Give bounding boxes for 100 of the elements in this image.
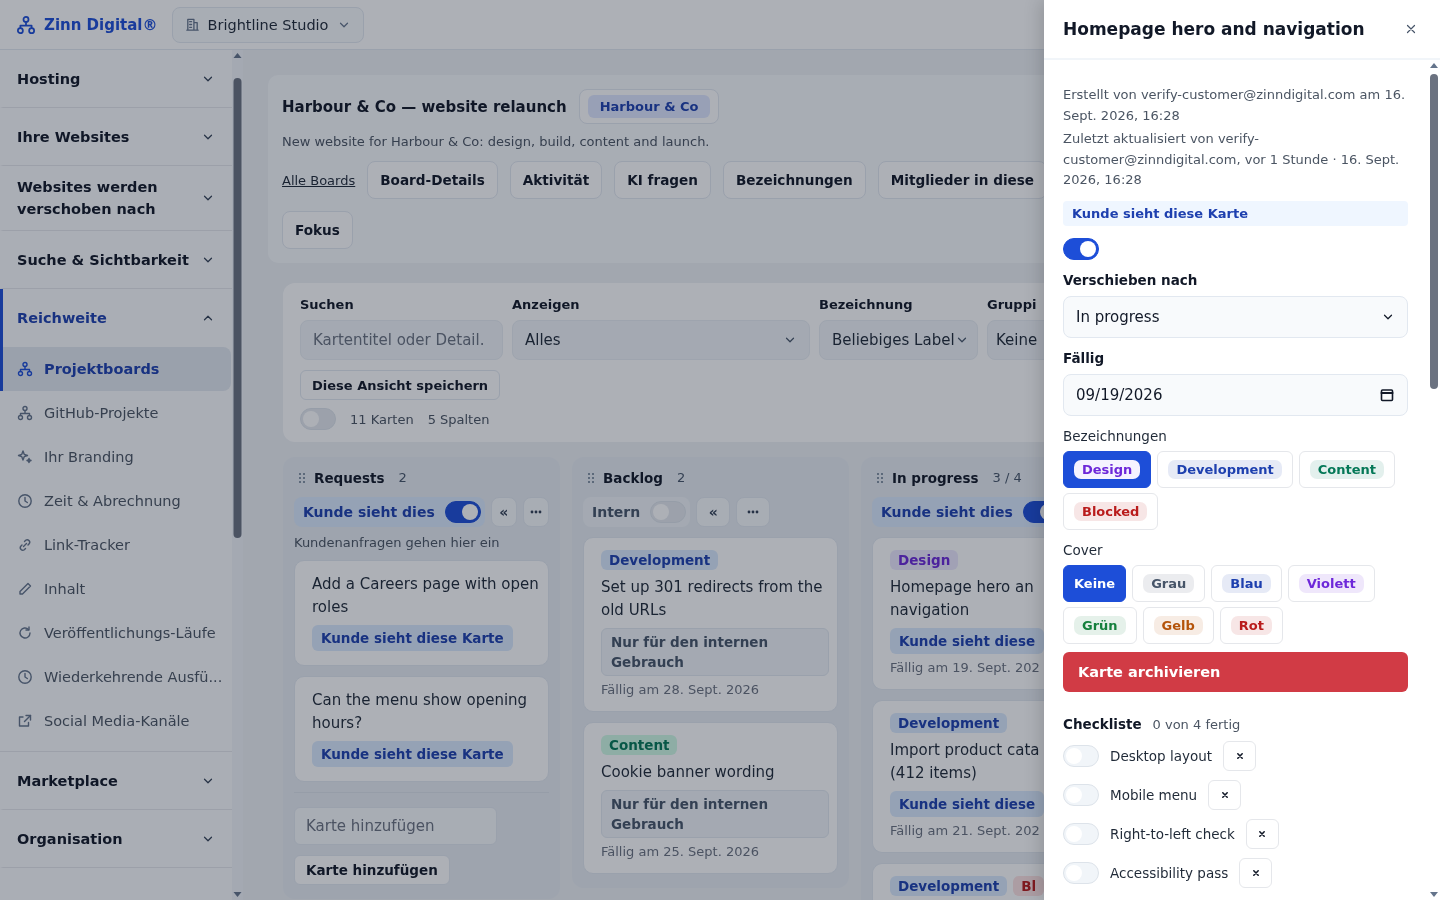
clock-icon	[17, 493, 33, 509]
brand-name[interactable]: Zinn Digital®	[44, 15, 158, 34]
add-card-field[interactable]: Karte hinzufügen	[294, 807, 497, 845]
sidebar-item[interactable]: Inhalt	[0, 567, 231, 611]
checklist-item: Mobile menu	[1110, 786, 1198, 803]
move-select[interactable]: In progress	[1063, 295, 1408, 338]
field-label: Bezeichnungen	[1063, 427, 1167, 444]
board-title: Harbour & Co — website relaunch	[282, 97, 567, 116]
clock-icon	[17, 669, 33, 685]
option-chip[interactable]: Blocked	[1063, 492, 1159, 530]
filter-label: Suchen	[300, 297, 355, 312]
scrollbar[interactable]	[232, 50, 243, 900]
due-date: Fällig am 28. Sept. 2026	[601, 682, 759, 697]
column-count: 2	[397, 469, 408, 487]
pencil-icon	[17, 581, 33, 597]
visibility-control[interactable]: Intern	[583, 497, 691, 527]
add-card-button[interactable]: Karte hinzufügen	[294, 855, 450, 885]
collapse-button[interactable]: «	[696, 497, 731, 527]
filter-select[interactable]: Beliebiges Label	[819, 320, 978, 360]
option-chip[interactable]: Gelb	[1142, 606, 1214, 644]
sidebar-item-label: Projektboards	[44, 361, 160, 377]
card-label: Design	[890, 550, 959, 570]
card-title: Set up 301 redirects from the old URLs	[601, 577, 824, 621]
sidebar-item[interactable]: Social Media-Kanäle	[0, 699, 231, 743]
more-icon	[529, 510, 542, 514]
filter-select[interactable]: Alles	[512, 320, 810, 360]
board-card[interactable]: Add a Careers page with open roles Kunde sieht diese Karte	[294, 560, 549, 666]
remove-button[interactable]	[1245, 818, 1279, 849]
workspace-switcher[interactable]: Brightline Studio	[171, 6, 364, 43]
filter-label: Bezeichnung	[819, 297, 914, 312]
checklist-title: Checkliste	[1063, 715, 1142, 732]
visibility-control[interactable]: Kunde sieht dies	[294, 497, 485, 527]
board-nav-button[interactable]: Aktivität	[509, 161, 603, 199]
link-icon	[17, 537, 33, 553]
sidebar-item[interactable]: Projektboards	[0, 347, 231, 391]
drag-handle-icon	[587, 471, 595, 484]
building-icon	[184, 17, 200, 32]
board-nav-button[interactable]: Bezeichnungen	[722, 161, 866, 199]
board-card[interactable]: Development Import product cata (412 items) Kunde sieht diese Fällig am 21. Sept. 202	[872, 700, 1044, 853]
option-chip[interactable]: Blau	[1211, 564, 1282, 602]
sidebar-item[interactable]: GitHub-Projekte	[0, 391, 231, 435]
option-chip[interactable]: Grün	[1063, 606, 1137, 644]
filter-label: Anzeigen	[512, 297, 581, 312]
sidebar-item-label: GitHub-Projekte	[44, 405, 159, 421]
column-title: Requests	[314, 469, 385, 486]
remove-button[interactable]	[1223, 740, 1257, 771]
board-nav-button[interactable]: Mitglieder in diese	[877, 161, 1044, 199]
due-date: Fällig am 21. Sept. 202	[890, 823, 1040, 838]
hierarchy-icon	[17, 361, 33, 377]
board-description: New website for Harbour & Co: design, build, content and launch.	[282, 134, 711, 149]
board-nav-button[interactable]: Board-Details	[367, 161, 498, 199]
sidebar-item-label: Link-Tracker	[44, 537, 130, 553]
board-nav-button[interactable]: KI fragen	[614, 161, 711, 199]
card-title: Add a Careers page with open roles	[312, 574, 540, 618]
option-chip[interactable]: Rot	[1219, 606, 1283, 644]
sidebar-item-label: Wiederkehrende Ausfü...	[44, 669, 223, 685]
board-card[interactable]: Can the menu show opening hours? Kunde sieht diese Karte	[294, 676, 549, 782]
field-label: Cover	[1063, 541, 1103, 558]
sidebar-item[interactable]: Link-Tracker	[0, 523, 231, 567]
drawer-title: Homepage hero and navigation	[1063, 19, 1365, 39]
created-info: Erstellt von verify-customer@zinndigital.com am 16. Sept. 2026, 16:28	[1063, 86, 1407, 125]
sidebar-item[interactable]: Wiederkehrende Ausfü...	[0, 655, 231, 699]
board-nav-button[interactable]: Fokus	[282, 211, 353, 249]
option-chip[interactable]: Keine	[1063, 564, 1127, 602]
sidebar-item-label: Zeit & Abrechnung	[44, 493, 181, 509]
remove-button[interactable]	[1239, 857, 1273, 888]
option-chip[interactable]: Content	[1298, 450, 1396, 488]
sidebar-item[interactable]: Veröffentlichungs-Läufe	[0, 611, 231, 655]
column-count: 3 / 4	[991, 469, 1023, 487]
board-card[interactable]: Content Cookie banner wording Nur für den internen Gebrauch Fällig am 25. Sept. 2026	[583, 722, 838, 874]
collapse-button[interactable]: «	[490, 497, 517, 527]
client-visible-tag: Kunde sieht diese Karte	[312, 741, 513, 767]
all-boards-link[interactable]: Alle Boards	[282, 172, 356, 188]
sidebar-item[interactable]: Ihr Branding	[0, 435, 231, 479]
card-label: Content	[601, 735, 678, 755]
card-title: Cookie banner wording	[601, 762, 775, 783]
save-view-button[interactable]: Diese Ansicht speichern	[300, 370, 501, 400]
calendar-icon	[1379, 386, 1395, 403]
option-chip[interactable]: Design	[1063, 450, 1152, 488]
due-date-field[interactable]: 09/19/2026	[1063, 373, 1408, 416]
client-tag[interactable]: Harbour & Co	[578, 89, 720, 124]
toggle-switch[interactable]	[444, 501, 481, 523]
sidebar-item[interactable]: Zeit & Abrechnung	[0, 479, 231, 523]
sidebar-item-label: Ihr Branding	[44, 449, 134, 465]
option-chip[interactable]: Violett	[1287, 564, 1375, 602]
archive-button[interactable]: Karte archivieren	[1063, 651, 1408, 692]
option-chip[interactable]: Development	[1157, 450, 1293, 488]
board-card[interactable]: Design Homepage hero an navigation Kunde sieht diese Fällig am 19. Sept. 202	[872, 537, 1044, 690]
toggle-switch[interactable]	[1063, 237, 1099, 260]
card-title: Can the menu show opening hours?	[312, 690, 529, 734]
remove-button[interactable]	[1208, 779, 1242, 810]
internal-note: Nur für den internen Gebrauch	[601, 790, 829, 838]
search-field[interactable]: Kartentitel oder Detail.	[300, 320, 503, 360]
filter-select[interactable]: Keine	[987, 320, 1044, 360]
visibility-banner: Kunde sieht diese Karte	[1063, 200, 1408, 226]
board-card[interactable]: Development Set up 301 redirects from the old URLs Nur für den internen Gebrauch Fällig am 28. Sept. 2026	[583, 537, 838, 712]
card-label: Development	[890, 713, 1008, 733]
option-chip[interactable]: Grau	[1132, 564, 1206, 602]
card-title: Homepage hero an navigation	[890, 577, 1035, 621]
board-card[interactable]: Development Bl	[872, 863, 1044, 900]
